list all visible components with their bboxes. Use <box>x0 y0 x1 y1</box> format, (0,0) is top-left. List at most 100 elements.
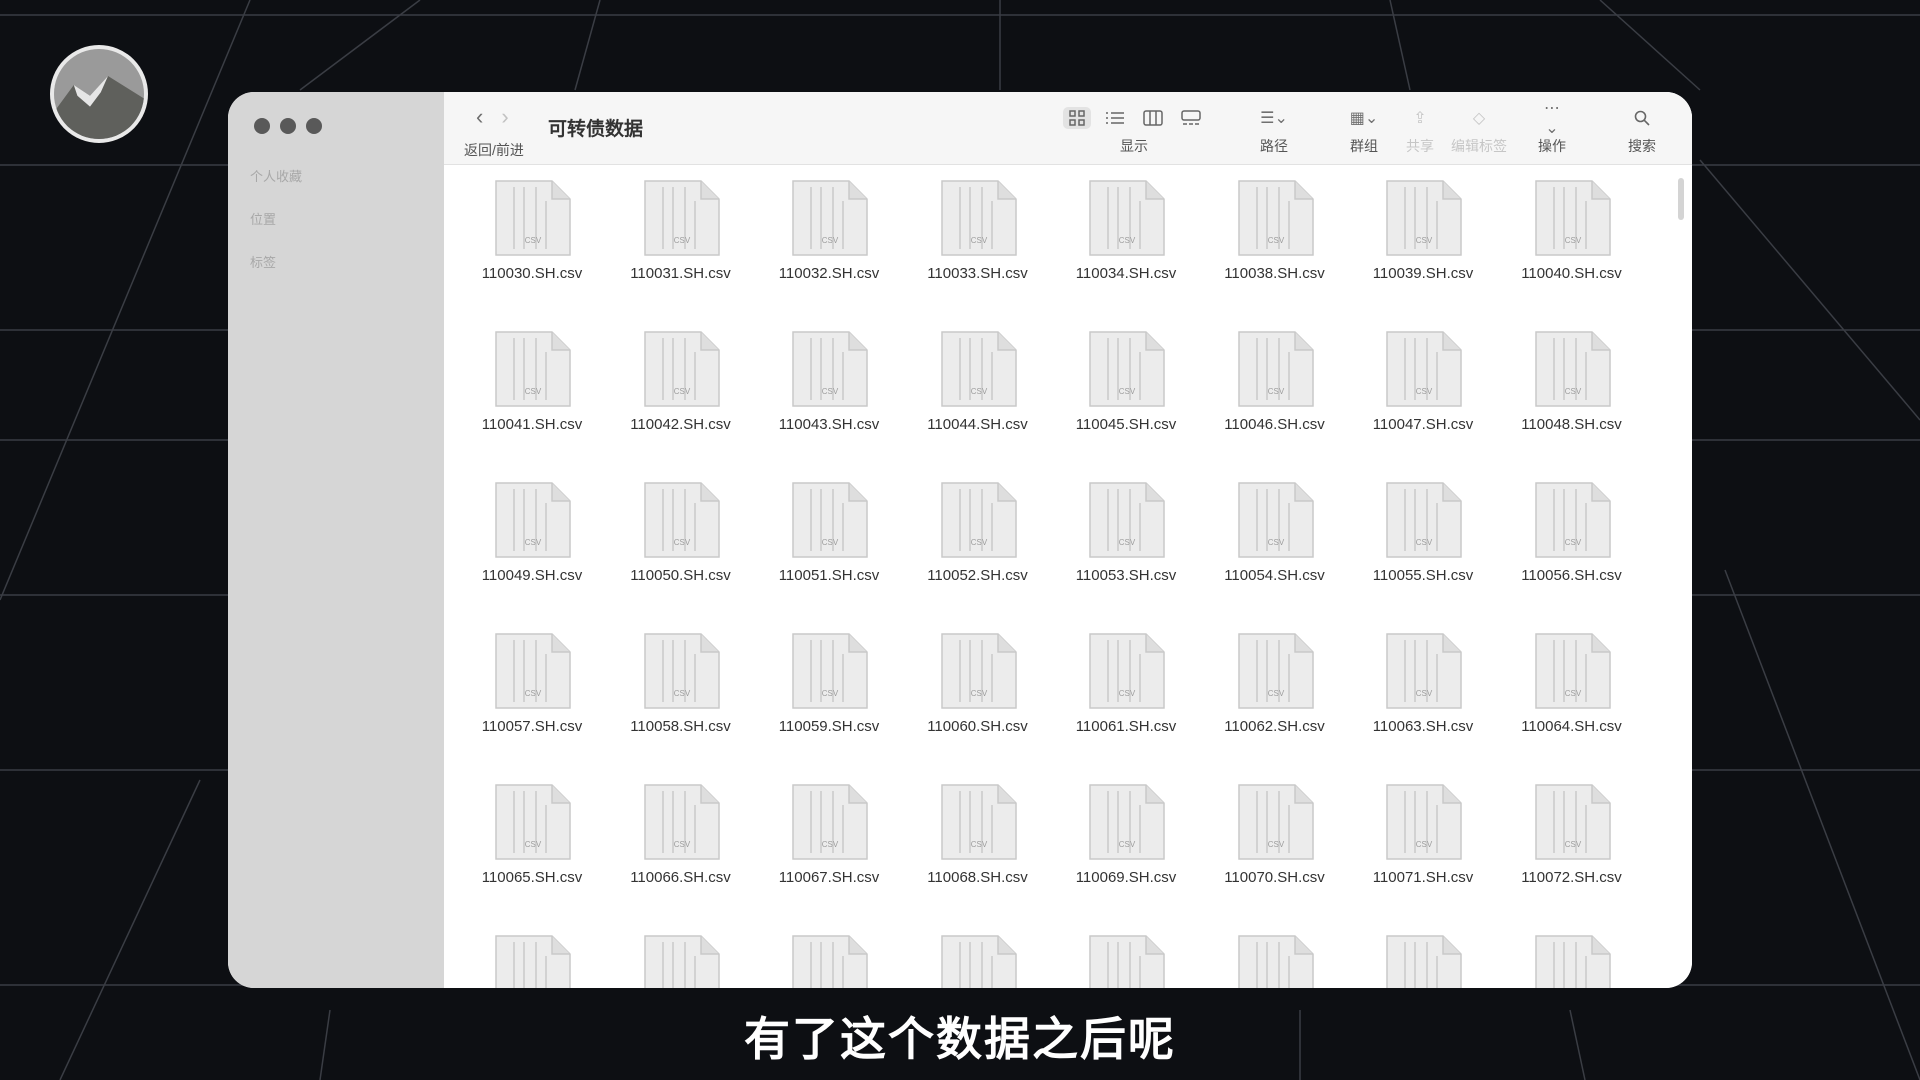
tag-icon[interactable]: ◇ <box>1465 107 1493 129</box>
file-item[interactable]: CSV 110044.SH.csv <box>908 330 1048 433</box>
file-item[interactable]: CSV 110070.SH.csv <box>1205 783 1345 886</box>
sidebar-section-locations[interactable]: 位置 <box>250 209 276 228</box>
file-icon-wrapper: CSV <box>789 179 869 257</box>
svg-text:CSV: CSV <box>673 236 690 245</box>
file-item[interactable]: CSV 110065.SH.csv <box>462 783 602 886</box>
csv-file-icon: CSV <box>643 633 720 709</box>
file-item[interactable]: CSV 110055.SH.csv <box>1353 481 1493 584</box>
list-view-icon[interactable] <box>1101 107 1129 129</box>
file-item[interactable]: CSV 110059.SH.csv <box>759 632 899 735</box>
search-group[interactable]: 搜索 <box>1620 106 1664 156</box>
file-item[interactable]: CSV 110053.SH.csv <box>1056 481 1196 584</box>
sidebar-section-favorites[interactable]: 个人收藏 <box>250 166 302 185</box>
csv-file-icon: CSV <box>1386 935 1462 988</box>
file-item[interactable]: CSV 110048.SH.csv <box>1502 330 1642 433</box>
svg-text:CSV: CSV <box>1416 840 1433 849</box>
file-item-partial[interactable]: CSV <box>908 934 1048 988</box>
file-item[interactable]: CSV 110032.SH.csv <box>759 179 899 282</box>
file-icon-wrapper: CSV <box>1383 632 1463 710</box>
file-item[interactable]: CSV 110068.SH.csv <box>908 783 1048 886</box>
search-icon[interactable] <box>1628 107 1656 129</box>
file-item[interactable]: CSV 110054.SH.csv <box>1205 481 1345 584</box>
csv-file-icon: CSV <box>1089 935 1165 988</box>
path-label: 路径 <box>1260 138 1288 154</box>
file-item[interactable]: CSV 110039.SH.csv <box>1353 179 1493 282</box>
sidebar-section-tags[interactable]: 标签 <box>250 252 276 271</box>
file-item[interactable]: CSV 110069.SH.csv <box>1056 783 1196 886</box>
file-name: 110034.SH.csv <box>1075 265 1177 282</box>
file-item[interactable]: CSV 110040.SH.csv <box>1502 179 1642 282</box>
file-icon-wrapper: CSV <box>1235 783 1315 861</box>
group-by-icon[interactable]: ▦⌄ <box>1350 107 1379 129</box>
action-group[interactable]: ⋯⌄ 操作 <box>1522 100 1582 156</box>
path-group[interactable]: ☰⌄ 路径 <box>1244 106 1304 156</box>
close-button[interactable] <box>254 118 270 134</box>
file-name: 110044.SH.csv <box>927 416 1028 433</box>
file-item[interactable]: CSV 110031.SH.csv <box>611 179 751 282</box>
scrollbar-thumb[interactable] <box>1678 178 1684 220</box>
gallery-view-icon[interactable] <box>1177 107 1205 129</box>
file-item[interactable]: CSV 110064.SH.csv <box>1502 632 1642 735</box>
file-item-partial[interactable]: CSV <box>611 934 751 988</box>
file-item[interactable]: CSV 110043.SH.csv <box>759 330 899 433</box>
file-item-partial[interactable]: CSV <box>1353 934 1493 988</box>
back-chevron-icon[interactable]: ‹ <box>476 106 483 128</box>
zoom-button[interactable] <box>306 118 322 134</box>
file-item[interactable]: CSV 110038.SH.csv <box>1205 179 1345 282</box>
csv-file-icon: CSV <box>1089 180 1165 256</box>
file-item[interactable]: CSV 110047.SH.csv <box>1353 330 1493 433</box>
file-item-partial[interactable]: CSV <box>1502 934 1642 988</box>
file-item-partial[interactable]: CSV <box>1205 934 1345 988</box>
edit-tags-group[interactable]: ◇ 编辑标签 <box>1444 106 1514 156</box>
file-item[interactable]: CSV 110057.SH.csv <box>462 632 602 735</box>
file-item[interactable]: CSV 110060.SH.csv <box>908 632 1048 735</box>
file-item[interactable]: CSV 110033.SH.csv <box>908 179 1048 282</box>
file-icon-wrapper: CSV <box>938 632 1018 710</box>
file-item[interactable]: CSV 110067.SH.csv <box>759 783 899 886</box>
file-item[interactable]: CSV 110050.SH.csv <box>611 481 751 584</box>
file-item[interactable]: CSV 110072.SH.csv <box>1502 783 1642 886</box>
mountain-logo-icon <box>54 49 144 139</box>
file-item[interactable]: CSV 110063.SH.csv <box>1353 632 1493 735</box>
file-item[interactable]: CSV 110041.SH.csv <box>462 330 602 433</box>
csv-file-icon: CSV <box>1237 633 1314 709</box>
file-item[interactable]: CSV 110062.SH.csv <box>1205 632 1345 735</box>
file-item[interactable]: CSV 110045.SH.csv <box>1056 330 1196 433</box>
share-group[interactable]: ⇪ 共享 <box>1400 106 1440 156</box>
file-icon-wrapper: CSV <box>789 481 869 559</box>
svg-text:CSV: CSV <box>525 236 542 245</box>
file-item[interactable]: CSV 110056.SH.csv <box>1502 481 1642 584</box>
file-item[interactable]: CSV 110042.SH.csv <box>611 330 751 433</box>
file-item[interactable]: CSV 110071.SH.csv <box>1353 783 1493 886</box>
file-item[interactable]: CSV 110051.SH.csv <box>759 481 899 584</box>
file-item[interactable]: CSV 110066.SH.csv <box>611 783 751 886</box>
file-name: 110042.SH.csv <box>630 416 731 433</box>
view-mode-group: 显示 <box>1044 106 1224 156</box>
file-item[interactable]: CSV 110046.SH.csv <box>1205 330 1345 433</box>
group-by-group[interactable]: ▦⌄ 群组 <box>1334 106 1394 156</box>
file-item[interactable]: CSV 110049.SH.csv <box>462 481 602 584</box>
file-item-partial[interactable]: CSV <box>1056 934 1196 988</box>
file-icon-wrapper: CSV <box>1235 330 1315 408</box>
minimize-button[interactable] <box>280 118 296 134</box>
svg-text:CSV: CSV <box>970 236 987 245</box>
file-item-partial[interactable]: CSV <box>462 934 602 988</box>
more-actions-icon[interactable]: ⋯⌄ <box>1538 100 1566 137</box>
file-name: 110030.SH.csv <box>481 265 583 282</box>
forward-chevron-icon[interactable]: › <box>501 106 508 128</box>
file-item[interactable]: CSV 110052.SH.csv <box>908 481 1048 584</box>
file-item[interactable]: CSV 110034.SH.csv <box>1056 179 1196 282</box>
scrollbar[interactable] <box>1676 178 1686 978</box>
file-item[interactable]: CSV 110030.SH.csv <box>462 179 602 282</box>
file-item[interactable]: CSV 110058.SH.csv <box>611 632 751 735</box>
file-item-partial[interactable]: CSV <box>759 934 899 988</box>
file-icon-wrapper: CSV <box>1086 481 1166 559</box>
csv-file-icon: CSV <box>792 784 868 860</box>
csv-file-icon: CSV <box>643 935 720 988</box>
svg-text:CSV: CSV <box>1267 236 1284 245</box>
column-view-icon[interactable] <box>1139 107 1167 129</box>
icon-view-icon[interactable] <box>1063 107 1091 129</box>
path-icon[interactable]: ☰⌄ <box>1260 107 1288 129</box>
share-icon[interactable]: ⇪ <box>1406 107 1434 129</box>
file-item[interactable]: CSV 110061.SH.csv <box>1056 632 1196 735</box>
